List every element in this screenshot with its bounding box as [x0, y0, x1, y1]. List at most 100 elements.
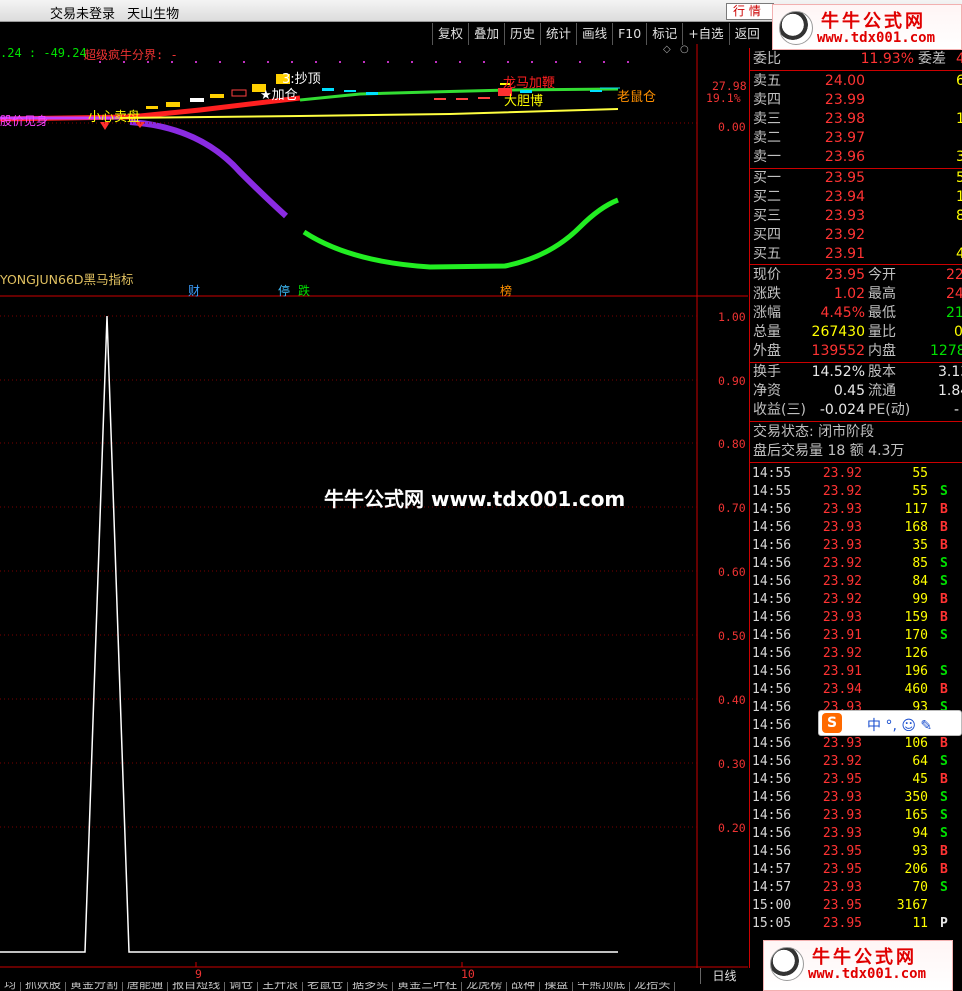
tick-price: 23.92	[822, 556, 862, 571]
tick-row[interactable]: 14:56 23.91 196 S	[750, 663, 962, 681]
tick-row[interactable]: 14:56 23.91 170 S	[750, 627, 962, 645]
axis-label-lower: 0.70	[718, 501, 746, 515]
tick-price: 23.95	[822, 862, 862, 877]
tick-row[interactable]: 14:56 23.92 99 B	[750, 591, 962, 609]
indicator-tab[interactable]: 牛熊顶底	[573, 982, 631, 991]
tick-row[interactable]: 14:56 23.92 126	[750, 645, 962, 663]
tick-time: 14:56	[752, 538, 792, 553]
indicator-tab[interactable]: 龙抬头	[630, 982, 676, 991]
ask-row[interactable]: 卖四 23.99	[750, 91, 962, 110]
indicator-tab[interactable]: 黄金分割	[66, 982, 124, 991]
tick-row[interactable]: 14:57 23.93 70 S	[750, 879, 962, 897]
tick-row[interactable]: 14:56 23.93 117 B	[750, 501, 962, 519]
tick-price: 23.93	[822, 808, 862, 823]
cow-logo-icon	[779, 11, 813, 45]
tick-time: 14:55	[752, 466, 792, 481]
tick-time: 14:56	[752, 646, 792, 661]
bid-row[interactable]: 买五 23.91 4	[750, 245, 962, 264]
tick-volume: 85	[912, 556, 928, 571]
axis-label-lower: 0.60	[718, 565, 746, 579]
tick-row[interactable]: 14:56 23.94 460 B	[750, 681, 962, 699]
sogou-icon[interactable]: S	[822, 713, 842, 733]
ime-toolbar[interactable]: S 中 °, ☺ ✎	[818, 710, 962, 736]
ime-status[interactable]: 中 °, ☺ ✎	[867, 715, 932, 735]
tick-volume: 84	[912, 574, 928, 589]
tick-row[interactable]: 14:55 23.92 55	[750, 465, 962, 483]
annotation-label: ★加仓	[260, 88, 298, 103]
tick-row[interactable]: 14:56 23.93 165 S	[750, 807, 962, 825]
tick-row[interactable]: 14:56 23.92 64 S	[750, 753, 962, 771]
tick-price: 23.93	[822, 538, 862, 553]
tick-row[interactable]: 14:56 23.95 45 B	[750, 771, 962, 789]
quick-search-input[interactable]: 行 情	[726, 3, 774, 20]
window-title: 交易未登录 天山生物	[50, 3, 187, 22]
tick-price: 23.92	[822, 466, 862, 481]
tick-row[interactable]: 14:56 23.93 106 B	[750, 735, 962, 753]
tick-volume: 159	[904, 610, 928, 625]
bid-row[interactable]: 买一 23.95 5	[750, 169, 962, 188]
tick-row[interactable]: 14:56 23.93 159 B	[750, 609, 962, 627]
tick-direction: S	[940, 556, 948, 571]
tick-row[interactable]: 14:56 23.92 85 S	[750, 555, 962, 573]
bid-row[interactable]: 买二 23.94 1	[750, 188, 962, 207]
quote-panel: 委比 11.93% 委差 4 卖五 24.00 6 卖四 23.99 卖三 23…	[749, 48, 962, 968]
axis-label-upper: 0.00	[718, 120, 746, 134]
tick-direction: S	[940, 826, 948, 841]
bid-row[interactable]: 买四 23.92	[750, 226, 962, 245]
tick-time: 14:56	[752, 718, 792, 733]
indicator-tab[interactable]: 报目短线	[168, 982, 226, 991]
bid-row[interactable]: 买三 23.93 8	[750, 207, 962, 226]
ask-row[interactable]: 卖五 24.00 6	[750, 72, 962, 91]
indicator-tab[interactable]: 操盘	[540, 982, 574, 991]
login-status: 交易未登录	[50, 7, 116, 22]
weibi-row: 委比 11.93% 委差 4	[753, 51, 962, 67]
period-selector-button[interactable]: 日线	[700, 968, 748, 984]
tick-volume: 64	[912, 754, 928, 769]
circle-icon[interactable]: ○	[680, 44, 689, 55]
tick-time: 14:56	[752, 844, 792, 859]
tick-row[interactable]: 14:56 23.95 93 B	[750, 843, 962, 861]
tick-row[interactable]: 14:56 23.93 35 B	[750, 537, 962, 555]
indicator-tab[interactable]: 调仓	[225, 982, 259, 991]
indicator-tab[interactable]: 主升浪	[258, 982, 304, 991]
tick-time: 14:56	[752, 736, 792, 751]
tick-price: 23.94	[822, 682, 862, 697]
tick-row[interactable]: 15:05 23.95 11 P	[750, 915, 962, 933]
diamond-icon[interactable]: ◇	[663, 44, 671, 55]
axis-label-lower: 0.80	[718, 437, 746, 451]
tick-row[interactable]: 14:56 23.93 168 B	[750, 519, 962, 537]
annotation-label: 龙马加鞭	[503, 76, 556, 91]
tick-time: 14:57	[752, 880, 792, 895]
indicator-tab[interactable]: 抓妖股	[21, 982, 67, 991]
watermark-center-text: 牛牛公式网 www.tdx001.com	[324, 487, 626, 511]
marker-die: 跌	[298, 284, 311, 298]
tick-row[interactable]: 14:56 23.92 84 S	[750, 573, 962, 591]
tick-time: 14:56	[752, 592, 792, 607]
indicator-tab[interactable]: 均	[0, 982, 22, 991]
ask-row[interactable]: 卖三 23.98 1	[750, 110, 962, 129]
tick-row[interactable]: 14:56 23.93 94 S	[750, 825, 962, 843]
tick-volume: 106	[904, 736, 928, 751]
ask-row[interactable]: 卖一 23.96 3	[750, 148, 962, 167]
indicator-tab[interactable]: 龙虎榜	[462, 982, 508, 991]
fin-row: 收益(三) -0.024 PE(动) -	[753, 402, 960, 418]
tick-row[interactable]: 14:56 23.93 350 S	[750, 789, 962, 807]
indicator-tab[interactable]: 战神	[507, 982, 541, 991]
tick-direction: B	[940, 844, 948, 859]
tick-price: 23.92	[822, 574, 862, 589]
tick-volume: 168	[904, 520, 928, 535]
tick-row[interactable]: 15:00 23.95 3167	[750, 897, 962, 915]
tick-row[interactable]: 14:55 23.92 55 S	[750, 483, 962, 501]
indicator-tab[interactable]: 老鼠仓	[303, 982, 349, 991]
tick-price: 23.92	[822, 754, 862, 769]
ask-row[interactable]: 卖二 23.97	[750, 129, 962, 148]
purple-curve	[129, 119, 289, 219]
indicator-tabs: 均抓妖股 黄金分割 唐能通 报目短线 调仓 主升浪 老鼠仓 据多买 黄金三叶柱 龙虎榜 战神 操盘 牛熊…	[0, 982, 700, 991]
tick-time: 14:56	[752, 772, 792, 787]
indicator-tab[interactable]: 黄金三叶柱	[393, 982, 463, 991]
indicator-tab[interactable]: 唐能通	[123, 982, 169, 991]
indicator-tab[interactable]: 据多买	[348, 982, 394, 991]
watermark-badge-bottom: 牛牛公式网 www.tdx001.com	[763, 940, 953, 991]
tick-time: 14:56	[752, 520, 792, 535]
tick-row[interactable]: 14:57 23.95 206 B	[750, 861, 962, 879]
